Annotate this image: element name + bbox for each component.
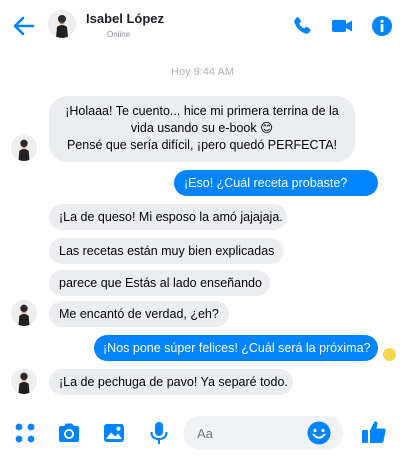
message-composer <box>0 410 405 463</box>
message-line: vida usando su e-book 😊 <box>130 121 274 135</box>
message-incoming[interactable]: Las recetas están muy bien explicadas <box>49 238 284 264</box>
message-incoming[interactable]: ¡La de pechuga de pavo! Ya separé todo. <box>49 369 293 395</box>
like-icon[interactable] <box>360 418 388 446</box>
message-outgoing[interactable]: ¡Eso! ¿Cuál receta probaste? <box>174 170 378 196</box>
contact-avatar-small[interactable] <box>11 368 37 394</box>
message-outgoing[interactable]: ¡Nos pone súper felices! ¿Cuál será la p… <box>94 335 378 361</box>
seen-indicator-icon <box>383 348 396 361</box>
message-line: Pensé que sería difícil, ¡pero quedó PER… <box>66 138 338 152</box>
video-icon[interactable] <box>330 14 354 38</box>
contact-name[interactable]: Isabel López <box>86 11 164 26</box>
phone-icon[interactable] <box>290 14 314 38</box>
message-line: ¡Holaaa! Te cuento... hice mi primera te… <box>65 104 339 118</box>
camera-icon[interactable] <box>56 420 82 446</box>
info-icon[interactable] <box>370 14 394 38</box>
message-timestamp: Hoy 9:44 AM <box>171 66 234 78</box>
message-incoming[interactable]: ¡La de queso! Mi esposo la amó jajajaja. <box>49 204 287 230</box>
mic-icon[interactable] <box>146 420 172 446</box>
contact-avatar-small[interactable] <box>11 300 37 326</box>
message-incoming[interactable]: Me encantó de verdad, ¿eh? <box>49 301 229 327</box>
contact-avatar[interactable] <box>48 10 76 38</box>
photo-icon[interactable] <box>101 420 127 446</box>
more-icon[interactable] <box>12 420 38 446</box>
chat-header: Isabel López Online <box>0 0 405 54</box>
emoji-icon[interactable] <box>306 420 332 446</box>
back-arrow-icon[interactable] <box>10 12 38 40</box>
message-incoming[interactable]: ¡Holaaa! Te cuento... hice mi primera te… <box>49 96 355 162</box>
message-incoming[interactable]: parece que Estás al lado enseñando <box>49 270 270 296</box>
contact-avatar-small[interactable] <box>11 135 37 161</box>
online-status: Online <box>107 30 131 39</box>
